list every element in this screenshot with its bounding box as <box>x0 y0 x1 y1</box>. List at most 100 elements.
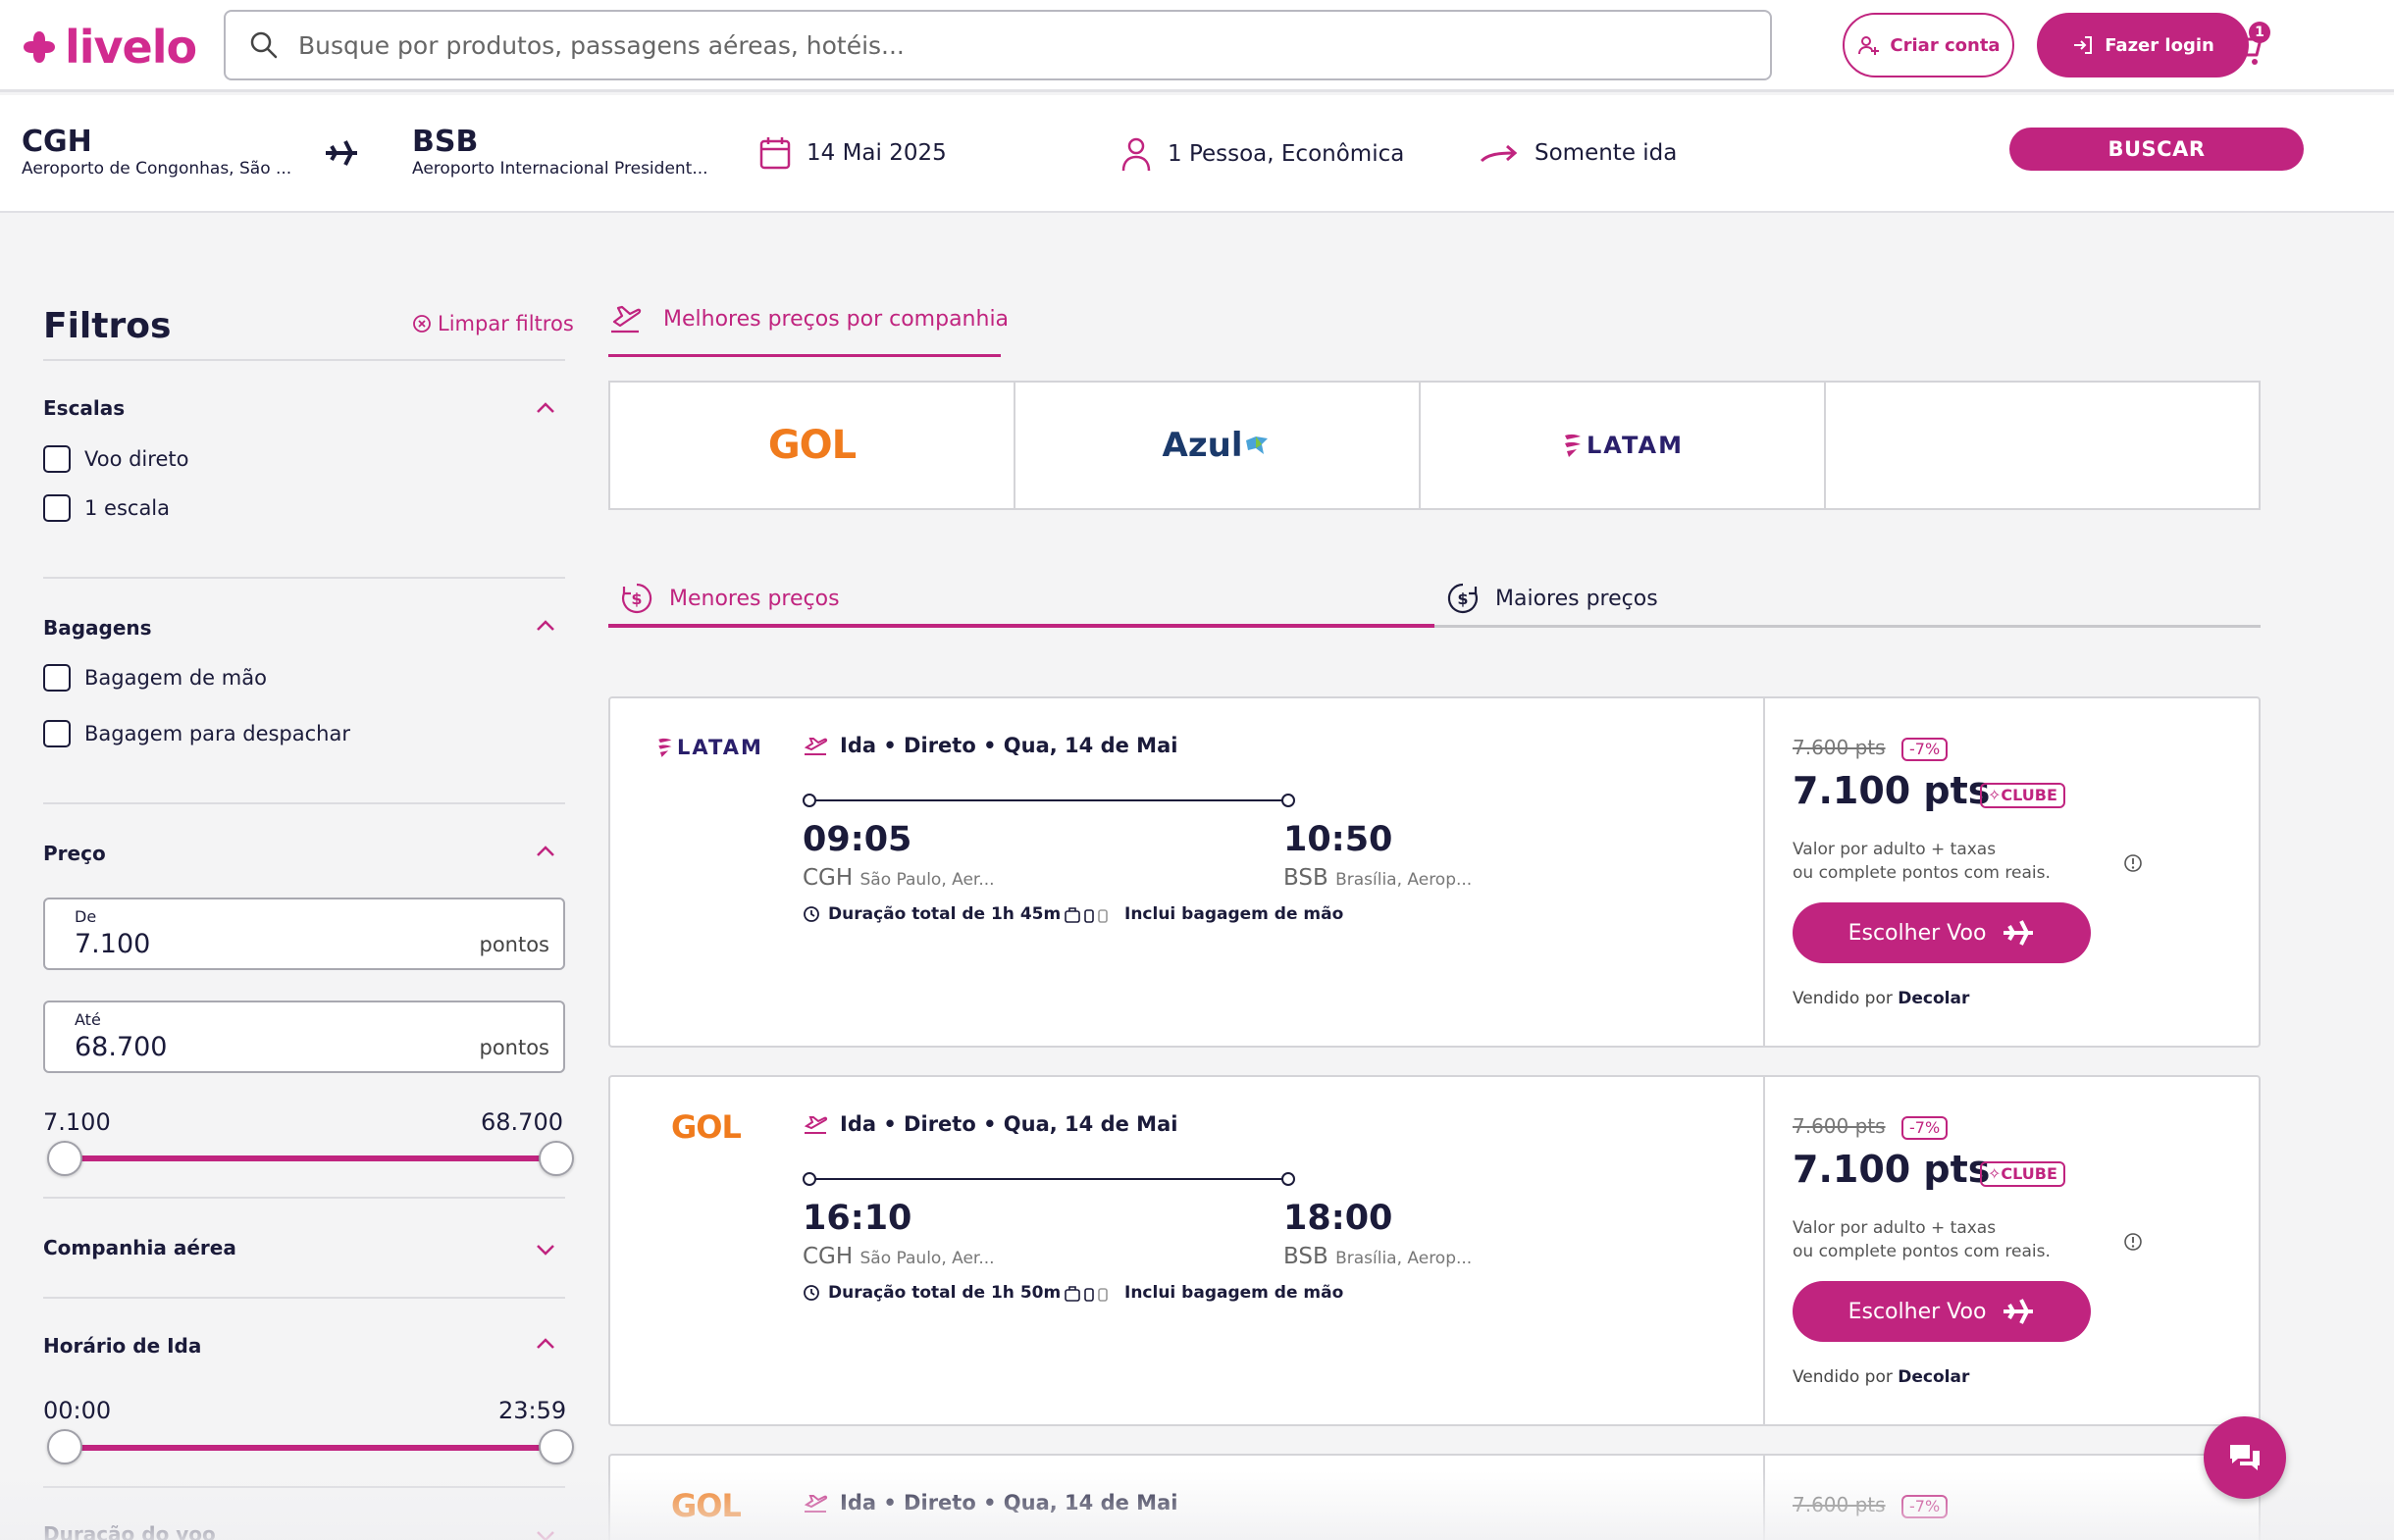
clear-filters-label: Limpar filtros <box>438 312 574 335</box>
sold-by-vendor: Decolar <box>1898 1367 1970 1387</box>
checked-bag-checkbox[interactable] <box>43 720 71 747</box>
carry-on-checkbox[interactable] <box>43 664 71 692</box>
login-button[interactable]: Fazer login <box>2037 13 2249 77</box>
price-from-unit: pontos <box>479 933 549 956</box>
arrival-city: Brasília, Aerop... <box>1335 870 1473 890</box>
flight-header-text: Ida • Direto • Qua, 14 de Mai <box>840 1491 1178 1514</box>
price-to-label: Até <box>75 1010 101 1029</box>
price-from-label: De <box>75 907 97 926</box>
departure-time-max-handle[interactable] <box>539 1429 574 1464</box>
flight-airline-name: LATAM <box>677 736 763 759</box>
search-bar[interactable] <box>224 10 1772 80</box>
arrival-city: Brasília, Aerop... <box>1335 1249 1473 1268</box>
best-prices-tab[interactable]: Melhores preços por companhia <box>608 302 1009 335</box>
baggage-section-title: Bagagens <box>43 616 152 640</box>
info-icon[interactable] <box>2123 853 2143 873</box>
old-price: 7.600 pts <box>1793 1493 1886 1516</box>
arrival-airport: BSB Brasília, Aerop... <box>1283 1244 1472 1269</box>
latam-logo: LATAM <box>1587 432 1684 459</box>
direct-flight-checkbox[interactable] <box>43 445 71 473</box>
flight-card: GOL Ida • Direto • Qua, 14 de Mai 16:10 … <box>608 1075 2261 1426</box>
search-flights-button[interactable]: BUSCAR <box>2009 128 2304 171</box>
chevron-up-icon[interactable] <box>534 840 557 863</box>
origin-name: Aeroporto de Congonhas, São ... <box>22 159 292 179</box>
price-from-input[interactable]: De 7.100 pontos <box>43 898 565 970</box>
trip-type-value: Somente ida <box>1535 140 1678 166</box>
choose-flight-label: Escolher Voo <box>1848 920 1987 946</box>
flight-card: GOL Ida • Direto • Qua, 14 de Mai 7.600 … <box>608 1454 2261 1540</box>
flight-airline-logo: LATAM <box>655 736 763 759</box>
passengers-value: 1 Pessoa, Econômica <box>1168 141 1405 167</box>
flight-baggage: Inclui bagagem de mão <box>1064 1283 1343 1303</box>
divider <box>43 577 565 579</box>
price-slider-track[interactable] <box>63 1155 557 1161</box>
livelo-logo[interactable]: livelo <box>20 20 197 75</box>
price-slider-max-handle[interactable] <box>539 1141 574 1176</box>
chevron-up-icon[interactable] <box>534 396 557 420</box>
azul-logo: Azul <box>1162 426 1243 465</box>
choose-flight-label: Escolher Voo <box>1848 1299 1987 1324</box>
airline-cell-azul[interactable]: Azul <box>1015 383 1421 508</box>
stops-section-title: Escalas <box>43 396 126 420</box>
origin-field[interactable]: CGH Aeroporto de Congonhas, São ... <box>22 125 291 179</box>
sold-by: Vendido por Decolar <box>1793 989 1969 1008</box>
departure-time-slider-track[interactable] <box>63 1445 557 1451</box>
airline-cell-latam[interactable]: LATAM <box>1421 383 1826 508</box>
choose-flight-button[interactable]: Escolher Voo <box>1793 1281 2091 1342</box>
choose-flight-button[interactable]: Escolher Voo <box>1793 902 2091 963</box>
divider <box>43 802 565 804</box>
card-divider <box>1763 1077 1765 1424</box>
top-bar: livelo Criar conta Fazer login <box>0 0 2394 92</box>
one-stop-option[interactable]: 1 escala <box>43 494 170 522</box>
chevron-down-icon[interactable] <box>534 1524 557 1540</box>
gol-logo: GOL <box>767 423 857 468</box>
chevron-up-icon[interactable] <box>534 614 557 638</box>
info-icon[interactable] <box>2123 1232 2143 1252</box>
price-note-line1: Valor por adulto + taxas <box>1793 1218 1997 1238</box>
flight-header: Ida • Direto • Qua, 14 de Mai <box>803 1491 1177 1514</box>
timeline-dot-end <box>1281 794 1295 807</box>
checked-bag-option[interactable]: Bagagem para despachar <box>43 720 350 747</box>
logo-text: livelo <box>65 21 197 74</box>
sort-lowest-tab[interactable]: $ Menores preços <box>620 569 840 628</box>
price-note: Valor por adulto + taxas ou complete pon… <box>1793 838 2051 885</box>
airline-price-grid: GOL Azul LATAM <box>608 381 2261 510</box>
chat-button[interactable] <box>2204 1416 2286 1499</box>
cart-count-badge: 1 <box>2249 22 2270 43</box>
price-to-input[interactable]: Até 68.700 pontos <box>43 1001 565 1073</box>
one-stop-checkbox[interactable] <box>43 494 71 522</box>
price-note: Valor por adulto + taxas ou complete pon… <box>1793 1216 2051 1263</box>
flight-header-text: Ida • Direto • Qua, 14 de Mai <box>840 734 1178 757</box>
carry-on-option[interactable]: Bagagem de mão <box>43 664 267 692</box>
cart-button[interactable]: 1 <box>2225 22 2270 67</box>
price-slider-min-handle[interactable] <box>47 1141 82 1176</box>
airline-cell-gol[interactable]: GOL <box>610 383 1015 508</box>
arrival-time: 18:00 <box>1283 1199 1393 1238</box>
sort-highest-tab[interactable]: $ Maiores preços <box>1446 569 1658 628</box>
login-label: Fazer login <box>2105 34 2214 56</box>
plane-icon <box>2004 920 2034 946</box>
airline-section-title: Companhia aérea <box>43 1236 236 1259</box>
trip-type-field[interactable]: Somente ida <box>1480 140 1677 166</box>
destination-field[interactable]: BSB Aeroporto Internacional President... <box>412 125 708 179</box>
date-field[interactable]: 14 Mai 2025 <box>759 136 947 170</box>
clear-filters-link[interactable]: Limpar filtros <box>412 312 574 335</box>
old-price: 7.600 pts <box>1793 1114 1886 1138</box>
sold-by-vendor: Decolar <box>1898 989 1970 1008</box>
passengers-field[interactable]: 1 Pessoa, Econômica <box>1120 136 1404 172</box>
create-account-button[interactable]: Criar conta <box>1843 13 2014 77</box>
price-note-line2: ou complete pontos com reais. <box>1793 863 2051 883</box>
baggage-icon <box>1065 1286 1108 1302</box>
login-icon <box>2074 36 2093 54</box>
search-input[interactable] <box>298 30 1672 60</box>
price-note-line2: ou complete pontos com reais. <box>1793 1242 2051 1261</box>
departure-plane-icon <box>804 738 828 755</box>
flight-header: Ida • Direto • Qua, 14 de Mai <box>803 734 1177 757</box>
chevron-up-icon[interactable] <box>534 1332 557 1356</box>
sort-tabs: $ Menores preços $ Maiores preços <box>608 569 2261 628</box>
departure-city: São Paulo, Aer... <box>859 870 995 890</box>
departure-time-min-handle[interactable] <box>47 1429 82 1464</box>
sort-inactive-line <box>1434 625 2261 628</box>
chevron-down-icon[interactable] <box>534 1238 557 1261</box>
direct-flight-option[interactable]: Voo direto <box>43 445 188 473</box>
